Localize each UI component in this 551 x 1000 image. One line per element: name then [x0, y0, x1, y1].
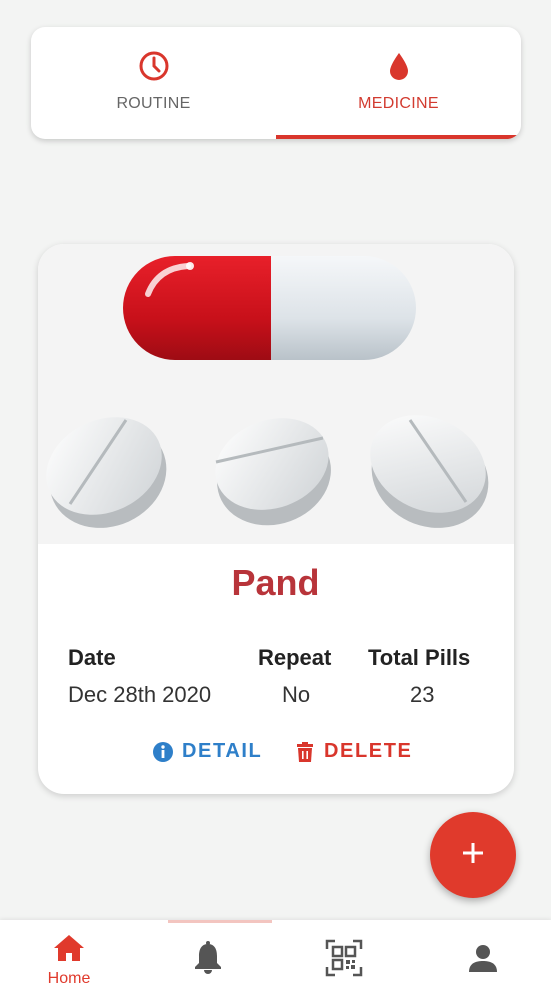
- home-icon: [52, 933, 86, 968]
- tab-medicine-label: MEDICINE: [358, 95, 439, 112]
- tab-routine[interactable]: ROUTINE: [31, 27, 276, 139]
- active-tab-indicator: [276, 135, 521, 139]
- nav-profile[interactable]: [433, 920, 533, 1000]
- plus-icon: [461, 841, 485, 870]
- delete-button[interactable]: DELETE: [294, 740, 413, 763]
- nav-scan[interactable]: [294, 920, 394, 1000]
- drop-icon: [382, 49, 416, 83]
- date-header: Date: [68, 645, 116, 670]
- medicine-name: Pand: [231, 562, 320, 603]
- tab-bar: ROUTINE MEDICINE: [31, 27, 521, 139]
- person-icon: [468, 943, 498, 978]
- tab-routine-label: ROUTINE: [116, 95, 191, 112]
- add-medicine-button[interactable]: [430, 812, 516, 898]
- pills-illustration: [38, 244, 514, 544]
- repeat-header: Repeat: [258, 645, 332, 670]
- date-value: Dec 28th 2020: [68, 682, 212, 707]
- nav-home-label: Home: [47, 969, 91, 987]
- qr-code-icon: [325, 939, 363, 982]
- bottom-nav: Home: [0, 920, 551, 1000]
- clock-icon: [137, 49, 171, 83]
- total-pills-header: Total Pills: [368, 645, 471, 670]
- bell-icon: [192, 940, 224, 980]
- nav-home[interactable]: Home: [19, 920, 119, 1000]
- repeat-value: No: [282, 682, 311, 707]
- trash-icon: [294, 741, 316, 763]
- detail-button[interactable]: DETAIL: [152, 740, 262, 763]
- info-icon: [152, 741, 174, 763]
- tab-medicine[interactable]: MEDICINE: [276, 27, 521, 139]
- detail-label: DETAIL: [182, 740, 263, 762]
- nav-reminders[interactable]: [158, 920, 258, 1000]
- medicine-card[interactable]: [38, 244, 514, 794]
- total-pills-value: 23: [410, 682, 435, 707]
- delete-label: DELETE: [324, 740, 413, 762]
